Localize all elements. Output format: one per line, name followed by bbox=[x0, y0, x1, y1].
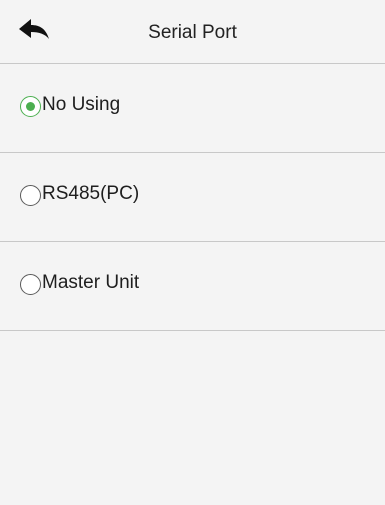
serial-port-screen: Serial Port No Using RS485(PC) Master Un… bbox=[0, 0, 385, 505]
radio-selected-icon[interactable] bbox=[20, 96, 41, 117]
option-no-using[interactable]: No Using bbox=[0, 64, 385, 153]
radio-unselected-icon[interactable] bbox=[20, 274, 41, 295]
option-master-unit[interactable]: Master Unit bbox=[0, 242, 385, 331]
option-label: No Using bbox=[42, 94, 121, 115]
option-label: Master Unit bbox=[42, 272, 140, 293]
header-bar: Serial Port bbox=[0, 0, 385, 64]
page-title: Serial Port bbox=[148, 22, 237, 43]
serial-port-options: No Using RS485(PC) Master Unit bbox=[0, 64, 385, 331]
option-rs485-pc[interactable]: RS485(PC) bbox=[0, 153, 385, 242]
option-label: RS485(PC) bbox=[42, 183, 140, 204]
radio-dot bbox=[26, 102, 35, 111]
radio-unselected-icon[interactable] bbox=[20, 185, 41, 206]
